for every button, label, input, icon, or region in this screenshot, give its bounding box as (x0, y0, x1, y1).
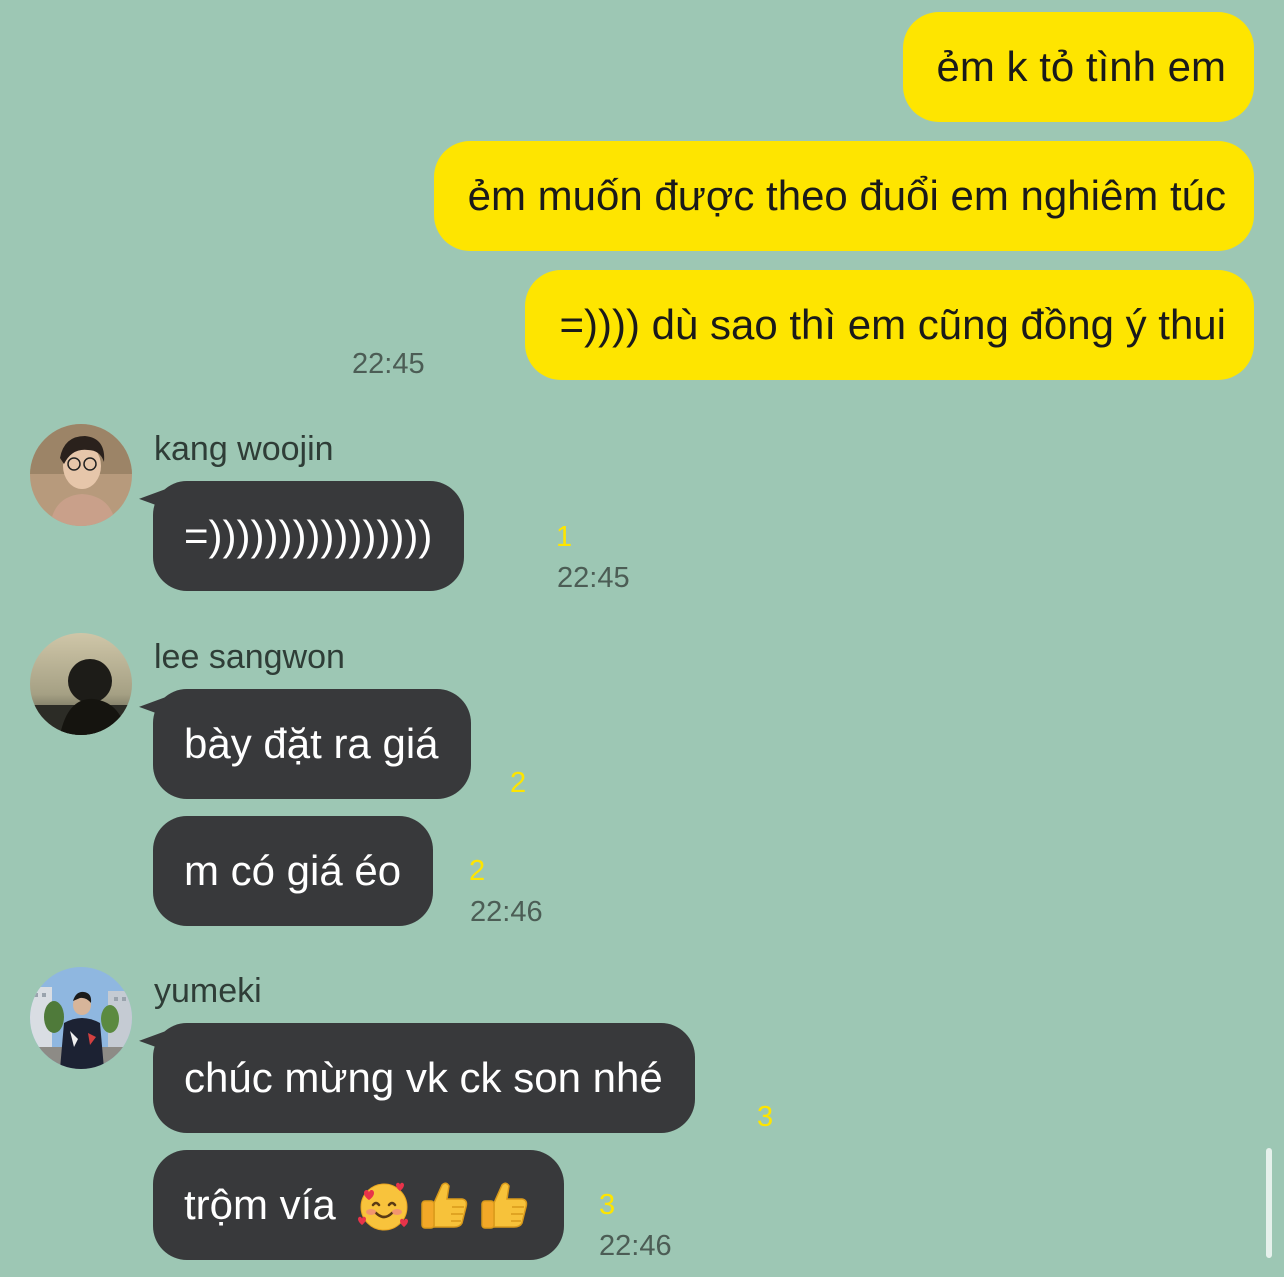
sender-name: lee sangwon (154, 638, 345, 676)
avatar[interactable] (30, 967, 132, 1069)
message-timestamp: 22:45 (352, 348, 425, 380)
sender-name: yumeki (154, 972, 262, 1010)
profile-photo (30, 633, 132, 735)
message-text: =)))) dù sao thì em cũng đồng ý thui (559, 301, 1226, 348)
outgoing-message-bubble[interactable]: ẻm muốn được theo đuổi em nghiêm túc (433, 141, 1254, 251)
scrollbar[interactable] (1266, 1148, 1272, 1258)
message-text: m có giá éo (184, 847, 402, 894)
profile-photo (30, 967, 132, 1069)
avatar[interactable] (30, 424, 132, 526)
message-text: chúc mừng vk ck son nhé (184, 1054, 663, 1101)
unread-count: 3 (599, 1189, 616, 1221)
chat-message-list[interactable]: ẻm k tỏ tình em ẻm muốn được theo đuổi e… (0, 0, 1284, 1277)
unread-count: 3 (757, 1101, 774, 1133)
outgoing-message-bubble[interactable]: =)))) dù sao thì em cũng đồng ý thui (525, 270, 1254, 380)
message-text: bày đặt ra giá (184, 720, 439, 767)
message-text: ẻm muốn được theo đuổi em nghiêm túc (467, 172, 1226, 219)
incoming-message-bubble[interactable]: bày đặt ra giá (153, 689, 471, 799)
incoming-message-bubble[interactable]: m có giá éo (153, 816, 434, 926)
thumbs-up-emoji (480, 1182, 527, 1229)
message-text: trộm vía (184, 1181, 336, 1228)
smiling-face-with-hearts-emoji (357, 1182, 408, 1231)
incoming-message-bubble[interactable]: trộm vía (153, 1150, 564, 1260)
incoming-message-bubble[interactable]: =)))))))))))))))) (153, 481, 465, 591)
message-text: =)))))))))))))))) (184, 512, 433, 559)
outgoing-message-bubble[interactable]: ẻm k tỏ tình em (902, 12, 1254, 122)
incoming-message-bubble[interactable]: chúc mừng vk ck son nhé (153, 1023, 695, 1133)
sender-name: kang woojin (154, 430, 334, 468)
message-timestamp: 22:46 (599, 1230, 672, 1262)
avatar[interactable] (30, 633, 132, 735)
unread-count: 1 (556, 521, 573, 553)
profile-photo (30, 424, 132, 526)
message-timestamp: 22:45 (557, 562, 630, 594)
unread-count: 2 (510, 767, 527, 799)
message-text: ẻm k tỏ tình em (936, 43, 1226, 90)
unread-count: 2 (469, 855, 486, 887)
thumbs-up-emoji (420, 1182, 467, 1229)
message-timestamp: 22:46 (470, 896, 543, 928)
